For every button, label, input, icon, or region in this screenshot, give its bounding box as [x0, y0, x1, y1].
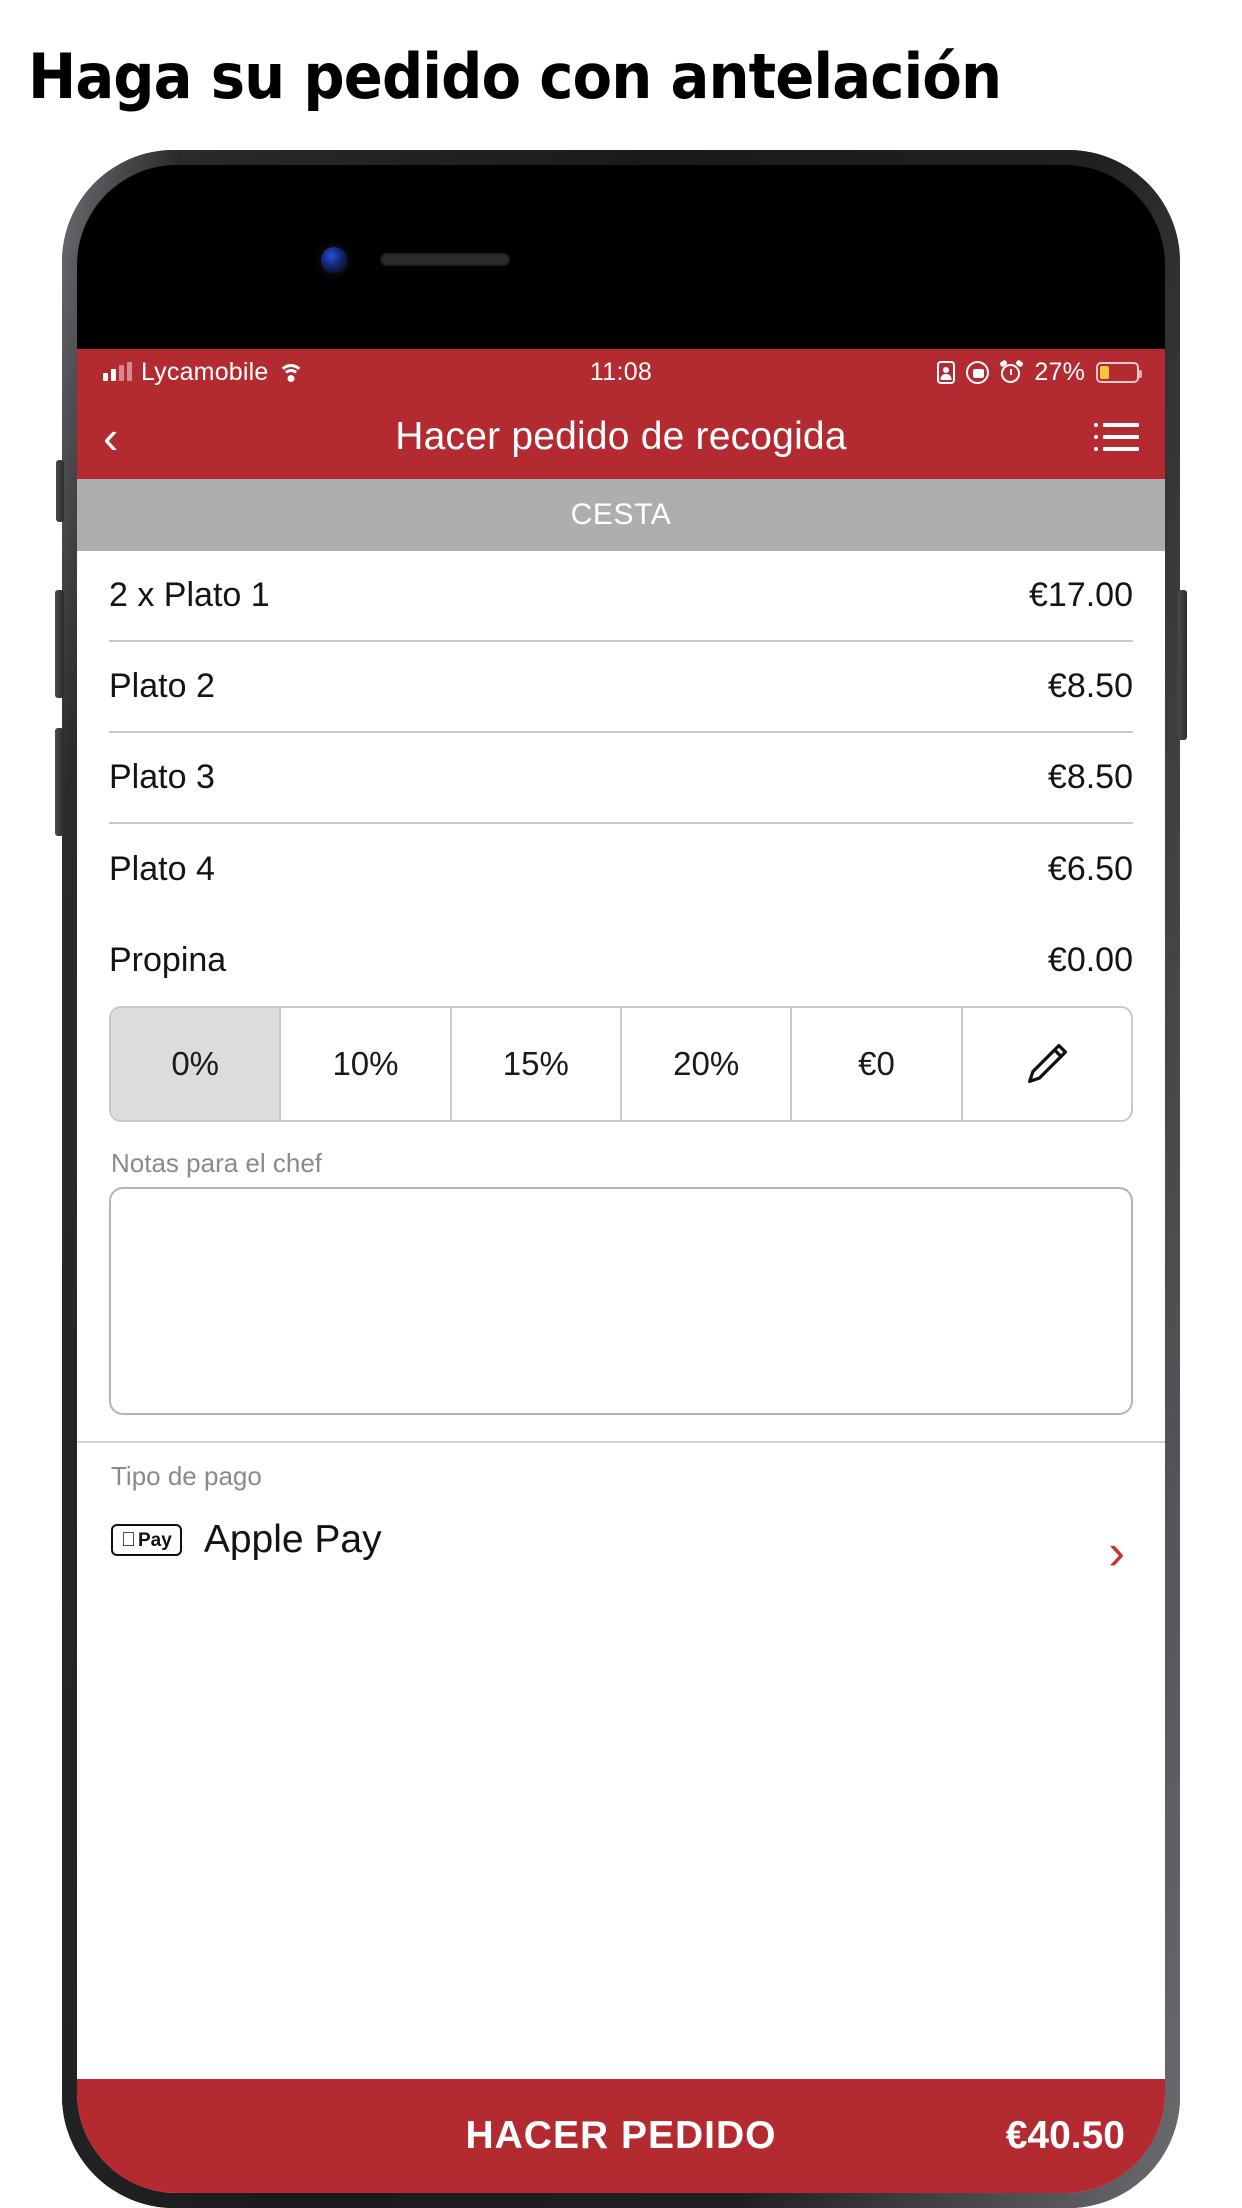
navigation-bar: ‹ Hacer pedido de recogida: [77, 395, 1165, 479]
chevron-right-icon[interactable]: ›: [1108, 1527, 1125, 1577]
tip-edit-button[interactable]: [963, 1008, 1131, 1120]
volume-up-button[interactable]: [55, 590, 64, 698]
page-title: Haga su pedido con antelación: [28, 40, 1002, 113]
cart-item-name: Plato 3: [109, 758, 215, 796]
mute-switch[interactable]: [56, 460, 64, 522]
status-bar-right: 27%: [652, 357, 1142, 387]
payment-method-name: Apple Pay: [188, 1518, 382, 1561]
signal-bars-icon: [103, 362, 132, 381]
cart-item-price: €17.00: [1029, 576, 1133, 614]
cart-item-row[interactable]: Plato 2 €8.50: [109, 642, 1133, 733]
battery-icon: [1096, 361, 1142, 383]
tip-option-20[interactable]: 20%: [622, 1008, 793, 1120]
cart-item-name: Plato 2: [109, 667, 215, 705]
tip-selector: 0% 10% 15% 20% €0: [109, 1006, 1133, 1122]
cart-item-price: €6.50: [1047, 850, 1133, 888]
tip-option-custom-amount[interactable]: €0: [792, 1008, 963, 1120]
alarm-clock-icon: [999, 358, 1025, 384]
back-button[interactable]: ‹: [103, 414, 163, 460]
cart-item-name: Plato 4: [109, 850, 215, 888]
cart-item-row[interactable]: 2 x Plato 1 €17.00: [109, 551, 1133, 642]
cart-items-list: 2 x Plato 1 €17.00 Plato 2 €8.50 Plato 3…: [77, 551, 1165, 915]
tip-label: Propina: [109, 941, 227, 979]
app-screen: Lycamobile 11:08 27% ‹ Hacer pedido de r…: [77, 349, 1165, 2193]
place-order-button[interactable]: HACER PEDIDO €40.50: [77, 2079, 1165, 2193]
cart-item-name: 2 x Plato 1: [109, 576, 270, 614]
tip-amount: €0.00: [1047, 941, 1133, 979]
carrier-label: Lycamobile: [141, 357, 269, 386]
wifi-icon: [277, 362, 304, 382]
screen-title: Hacer pedido de recogida: [395, 415, 847, 458]
status-bar-left: Lycamobile: [103, 358, 590, 387]
battery-percent-label: 27%: [1034, 357, 1085, 386]
cart-item-row[interactable]: Plato 4 €6.50: [109, 824, 1133, 915]
notes-input[interactable]: [109, 1187, 1133, 1415]
tip-option-10[interactable]: 10%: [281, 1008, 452, 1120]
cart-section-header: CESTA: [77, 479, 1165, 551]
payment-method-row[interactable]: Pay Apple Pay: [111, 1518, 1131, 1562]
order-total: €40.50: [1005, 2114, 1125, 2157]
notes-label: Notas para el chef: [111, 1148, 323, 1178]
id-card-icon: [937, 360, 956, 384]
payment-section[interactable]: Tipo de pago Pay Apple Pay ›: [77, 1443, 1165, 1617]
cart-item-price: €8.50: [1047, 758, 1133, 796]
phone-device-frame: Lycamobile 11:08 27% ‹ Hacer pedido de r…: [55, 150, 1187, 2208]
payment-type-label: Tipo de pago: [111, 1461, 262, 1491]
status-bar-clock: 11:08: [589, 357, 653, 386]
rotation-lock-icon: [966, 360, 990, 384]
status-bar: Lycamobile 11:08 27%: [77, 349, 1165, 395]
tip-option-0[interactable]: 0%: [111, 1008, 282, 1120]
apple-pay-icon: Pay: [111, 1524, 182, 1556]
front-camera-icon: [321, 247, 347, 273]
pencil-icon: [1027, 1043, 1067, 1083]
power-button[interactable]: [1178, 590, 1187, 740]
volume-down-button[interactable]: [55, 728, 64, 836]
tip-option-15[interactable]: 15%: [452, 1008, 622, 1120]
cart-item-price: €8.50: [1047, 667, 1133, 705]
cart-item-row[interactable]: Plato 3 €8.50: [109, 733, 1133, 824]
list-menu-icon[interactable]: [1094, 423, 1139, 451]
earpiece-speaker: [380, 253, 510, 266]
place-order-label: HACER PEDIDO: [465, 2114, 777, 2157]
tip-summary-row: Propina €0.00: [77, 915, 1165, 1006]
phone-screen-bezel: Lycamobile 11:08 27% ‹ Hacer pedido de r…: [77, 165, 1165, 2193]
